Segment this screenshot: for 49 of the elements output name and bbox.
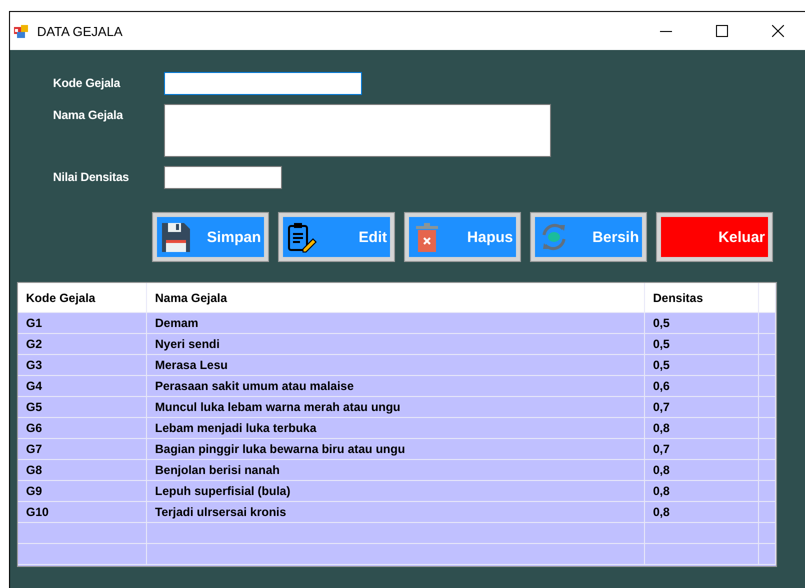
table-cell: G3 [18, 354, 146, 376]
table-cell: G7 [18, 438, 146, 460]
maximize-icon [716, 25, 728, 37]
table-cell: Demam [146, 312, 644, 334]
table-cell: 0,8 [644, 480, 758, 502]
table-cell: Lepuh superfisial (bula) [146, 480, 644, 502]
input-field[interactable] [164, 72, 362, 95]
field-label: Kode Gejala [53, 75, 122, 90]
input-field[interactable] [164, 104, 551, 157]
input-field[interactable] [164, 166, 282, 189]
table-cell: 0,5 [644, 354, 758, 376]
table-cell: G4 [18, 376, 146, 396]
column-header: Kode Gejala [18, 283, 146, 312]
table-cell: Lebam menjadi luka terbuka [146, 418, 644, 438]
button[interactable]: Keluar [657, 213, 772, 261]
field-label: Nilai Densitas [53, 169, 130, 184]
button[interactable]: Hapus [405, 213, 520, 261]
table-cell: Perasaan sakit umum atau malaise [146, 376, 644, 396]
clipboard-pencil-icon [287, 221, 317, 253]
table-cell: G10 [18, 502, 146, 522]
close-icon [772, 25, 784, 37]
button[interactable]: Simpan [153, 213, 268, 261]
table-cell: G8 [18, 460, 146, 480]
table-cell: 0,5 [644, 312, 758, 334]
table-cell: 0,7 [644, 396, 758, 418]
table-cell: G5 [18, 396, 146, 418]
table-cell: G9 [18, 480, 146, 502]
table-cell: 0,8 [644, 502, 758, 522]
table-cell: G6 [18, 418, 146, 438]
window-title: DATA GEJALA [37, 24, 124, 38]
field-label: Nama Gejala [53, 107, 124, 122]
table-cell: Bagian pinggir luka bewarna biru atau ungu [146, 438, 644, 460]
table-cell: Nyeri sendi [146, 334, 644, 354]
table-cell: 0,7 [644, 438, 758, 460]
table-cell: G2 [18, 334, 146, 354]
table-cell: 0,5 [644, 334, 758, 354]
table-cell: Muncul luka lebam warna merah atau ungu [146, 396, 644, 418]
table-cell: Benjolan berisi nanah [146, 460, 644, 480]
table-cell: Merasa Lesu [146, 354, 644, 376]
button[interactable]: Bersih [531, 213, 646, 261]
table-cell: G1 [18, 312, 146, 334]
column-header: Densitas [644, 283, 758, 312]
column-header: Nama Gejala [146, 283, 644, 312]
table-cell: 0,6 [644, 376, 758, 396]
table-cell: Terjadi ulrsersai kronis [146, 502, 644, 522]
table-cell: 0,8 [644, 460, 758, 480]
button[interactable]: Edit [279, 213, 394, 261]
app-icon [13, 23, 29, 39]
table-cell: 0,8 [644, 418, 758, 438]
